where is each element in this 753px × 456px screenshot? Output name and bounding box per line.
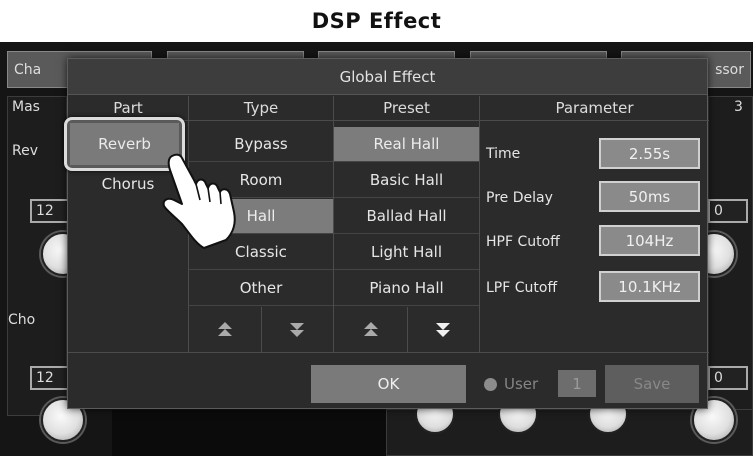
param-value-hpf-cutoff[interactable]: 104Hz — [599, 225, 700, 256]
page-up-icon[interactable] — [216, 321, 234, 339]
ok-button[interactable]: OK — [311, 365, 466, 403]
column-header-type: Type — [243, 99, 279, 117]
reverb-label: Rev — [12, 143, 38, 159]
param-label-lpf-cutoff: LPF Cutoff — [486, 280, 558, 296]
param-label-hpf-cutoff: HPF Cutoff — [486, 234, 560, 250]
chorus-level-field[interactable]: 12 — [30, 366, 70, 390]
dialog-title: Global Effect — [68, 59, 707, 95]
title-bar: DSP Effect — [0, 0, 753, 42]
type-item-other[interactable]: Other — [189, 271, 333, 306]
preset-item-light-hall[interactable]: Light Hall — [334, 235, 479, 270]
param-value-lpf-cutoff[interactable]: 10.1KHz — [599, 271, 700, 302]
page-down-icon[interactable] — [288, 321, 306, 339]
master-label: Mas — [12, 99, 40, 115]
page-up-icon[interactable] — [362, 321, 380, 339]
preset-item-real-hall[interactable]: Real Hall — [334, 127, 479, 162]
arrow-divider — [407, 307, 408, 352]
user-radio[interactable] — [484, 378, 497, 391]
channel-number: 3 — [734, 99, 743, 115]
reverb-level-field[interactable]: 12 — [30, 199, 70, 223]
param-value-time[interactable]: 2.55s — [599, 138, 700, 169]
preset-item-ballad-hall[interactable]: Ballad Hall — [334, 199, 479, 234]
pointing-hand-icon — [162, 153, 236, 249]
preset-item-piano-hall[interactable]: Piano Hall — [334, 271, 479, 306]
param-label-time: Time — [486, 146, 521, 162]
user-number-field[interactable]: 1 — [558, 370, 596, 397]
arrow-divider — [261, 307, 262, 352]
knob-bottom-2[interactable] — [498, 408, 538, 434]
save-button[interactable]: Save — [605, 365, 699, 403]
right-level-field-2[interactable]: 0 — [708, 366, 748, 390]
tab-label: Cha — [14, 61, 42, 78]
preset-item-basic-hall[interactable]: Basic Hall — [334, 163, 479, 198]
column-divider — [479, 96, 480, 352]
column-header-parameter: Parameter — [555, 99, 634, 117]
param-label-pre-delay: Pre Delay — [486, 190, 553, 206]
knob-bottom-1[interactable] — [415, 408, 455, 434]
page-down-icon[interactable] — [434, 321, 452, 339]
chorus-label: Cho — [8, 312, 36, 328]
knob-bottom-3[interactable] — [588, 408, 628, 434]
right-level-field-1[interactable]: 0 — [708, 199, 748, 223]
bottom-gap — [112, 410, 386, 456]
user-label: User — [504, 375, 539, 393]
tab-label: ssor — [715, 61, 744, 78]
window-title: DSP Effect — [311, 9, 442, 33]
param-value-pre-delay[interactable]: 50ms — [599, 181, 700, 212]
footer-divider — [68, 352, 709, 353]
column-header-preset: Preset — [383, 99, 430, 117]
